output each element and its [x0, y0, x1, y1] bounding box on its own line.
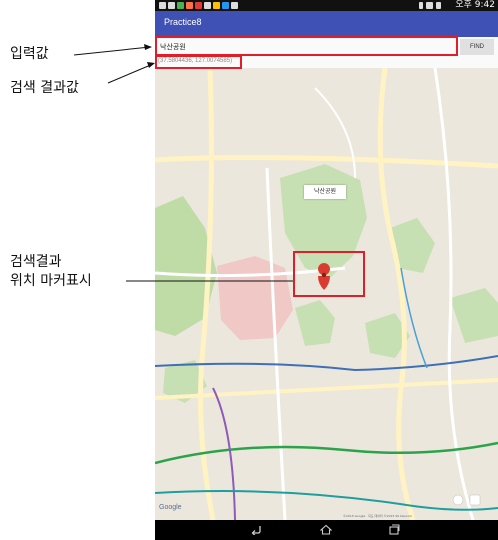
input-highlight-box: [155, 36, 458, 56]
find-button[interactable]: FIND: [460, 39, 494, 55]
wifi-icon: [426, 2, 433, 9]
coordinates-highlight-box: [155, 55, 242, 69]
annotation-search-result: 검색 결과값: [10, 80, 79, 96]
notification-icon: [195, 2, 202, 9]
bluetooth-icon: [419, 2, 423, 9]
app-title: Practice8: [164, 17, 202, 27]
app-bar: Practice8: [155, 11, 498, 37]
back-icon[interactable]: [250, 524, 262, 535]
maps-app-icon[interactable]: [469, 494, 481, 506]
notification-icon: [159, 2, 166, 9]
battery-icon: [436, 2, 441, 9]
annotation-marker-line1: 검색결과: [10, 254, 62, 270]
google-logo: Google: [159, 504, 182, 511]
status-bar: 오후 9:42: [155, 0, 498, 11]
notification-icon: [168, 2, 175, 9]
marker-info-window: 낙산공원: [304, 185, 346, 199]
notification-icon: [231, 2, 238, 9]
recents-icon[interactable]: [388, 524, 400, 535]
notification-icon: [204, 2, 211, 9]
directions-icon[interactable]: [452, 494, 464, 506]
notification-icon: [177, 2, 184, 9]
marker-highlight-box: [293, 251, 365, 297]
notification-icon: [213, 2, 220, 9]
annotation-input-value: 입력값: [10, 46, 49, 62]
map-attribution: ©2015 Google · 지도 데이터 ©2015 SK telecom: [343, 514, 413, 518]
status-time: 오후 9:42: [455, 0, 495, 10]
home-icon[interactable]: [320, 524, 332, 535]
notification-icon: [186, 2, 193, 9]
navigation-bar: [155, 520, 498, 540]
annotation-marker-line2: 위치 마커표시: [10, 273, 92, 289]
notification-icon: [222, 2, 229, 9]
phone-screen: 오후 9:42 Practice8 FIND (37.5804436, 127.…: [155, 0, 498, 540]
marker-title: 낙산공원: [313, 188, 337, 195]
